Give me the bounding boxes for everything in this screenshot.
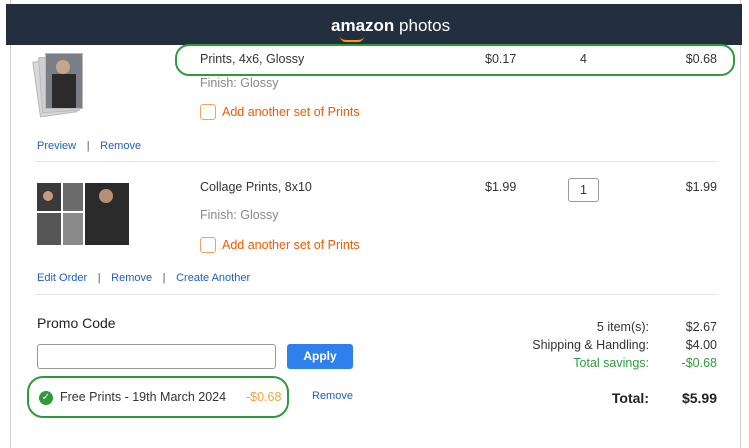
remove-link[interactable]: Remove [100, 140, 141, 152]
items-subtotal: $2.67 [685, 320, 717, 334]
prints-thumbnail [32, 53, 88, 118]
divider [36, 294, 718, 295]
remove-promo-link[interactable]: Remove [312, 390, 353, 402]
item-total: $0.68 [685, 52, 717, 66]
item-unit-price: $0.17 [485, 52, 517, 66]
quantity-input[interactable]: 1 [568, 178, 599, 202]
item-finish: Finish: Glossy [200, 76, 279, 90]
applied-promo-discount: -$0.68 [246, 390, 282, 404]
item-quantity: 4 [580, 52, 587, 66]
app-header: amazon photos [6, 4, 742, 45]
add-another-checkbox[interactable] [200, 237, 216, 253]
apply-button[interactable]: Apply [287, 344, 353, 369]
amazon-photos-logo: amazon photos [331, 16, 451, 35]
logo-smile-icon [340, 36, 364, 42]
item-name: Prints, 4x6, Glossy [200, 52, 305, 66]
applied-promo-code: Free Prints - 19th March 2024 [60, 390, 227, 404]
collage-thumbnail [37, 183, 129, 247]
shipping-value: $4.00 [685, 338, 717, 352]
promo-heading: Promo Code [37, 315, 116, 331]
item-total: $1.99 [685, 180, 717, 194]
savings-label: Total savings: [573, 356, 649, 370]
total-label: Total: [611, 390, 649, 406]
add-another-label[interactable]: Add another set of Prints [222, 105, 360, 119]
item-unit-price: $1.99 [485, 180, 517, 194]
preview-link[interactable]: Preview [37, 140, 76, 152]
check-icon: ✓ [39, 391, 53, 405]
create-another-link[interactable]: Create Another [176, 272, 250, 284]
item-finish: Finish: Glossy [200, 208, 279, 222]
item-name: Collage Prints, 8x10 [200, 180, 312, 194]
savings-value: -$0.68 [681, 356, 717, 370]
shipping-label: Shipping & Handling: [532, 338, 649, 352]
promo-code-input[interactable] [37, 344, 276, 369]
add-another-label[interactable]: Add another set of Prints [222, 238, 360, 252]
items-count-label: 5 item(s): [596, 320, 649, 334]
add-another-checkbox[interactable] [200, 104, 216, 120]
item-actions: Edit Order | Remove | Create Another [37, 272, 251, 284]
item-actions: Preview | Remove [37, 140, 142, 152]
edit-order-link[interactable]: Edit Order [37, 272, 87, 284]
divider [36, 161, 718, 162]
remove-link[interactable]: Remove [111, 272, 152, 284]
total-value: $5.99 [681, 390, 717, 406]
